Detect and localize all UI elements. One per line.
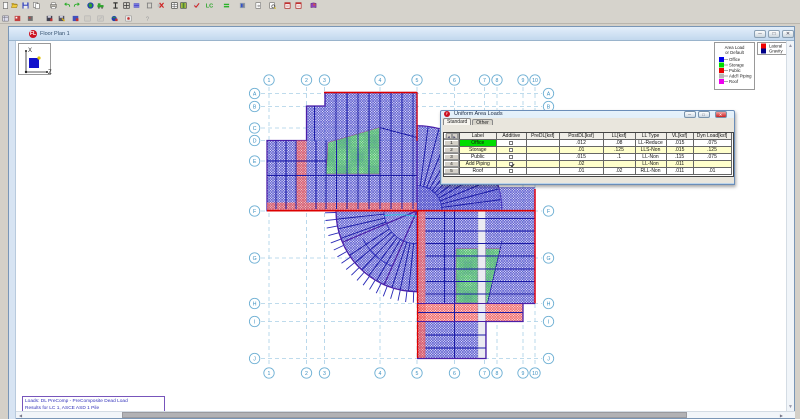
svg-text:2: 2 bbox=[305, 371, 308, 377]
svg-text:10: 10 bbox=[532, 371, 538, 377]
svg-text:1: 1 bbox=[268, 78, 271, 84]
svg-text:H: H bbox=[253, 302, 257, 308]
svg-text:1: 1 bbox=[268, 371, 271, 377]
svg-text:2: 2 bbox=[305, 78, 308, 84]
svg-text:9: 9 bbox=[522, 371, 525, 377]
svg-text:G: G bbox=[253, 256, 257, 262]
svg-text:B: B bbox=[253, 105, 257, 111]
svg-text:5: 5 bbox=[416, 371, 419, 377]
svg-text:3: 3 bbox=[323, 371, 326, 377]
svg-text:D: D bbox=[253, 139, 257, 145]
svg-text:I: I bbox=[254, 320, 255, 326]
svg-text:E: E bbox=[253, 159, 257, 165]
svg-text:9: 9 bbox=[522, 78, 525, 84]
svg-text:J: J bbox=[253, 357, 256, 363]
svg-text:Add'l Piping: Add'l Piping bbox=[729, 74, 752, 79]
svg-text:4: 4 bbox=[379, 371, 382, 377]
svg-text:8: 8 bbox=[496, 371, 499, 377]
svg-text:H: H bbox=[547, 302, 551, 308]
svg-text:A: A bbox=[253, 92, 257, 98]
svg-text:Gravity: Gravity bbox=[769, 49, 783, 54]
svg-text:X: X bbox=[28, 48, 32, 54]
svg-text:Public: Public bbox=[729, 68, 742, 73]
svg-text:Storage: Storage bbox=[729, 63, 745, 68]
svg-text:Roof: Roof bbox=[729, 79, 739, 84]
svg-text:6: 6 bbox=[453, 78, 456, 84]
svg-text:C: C bbox=[253, 126, 257, 132]
svg-text:7: 7 bbox=[483, 371, 486, 377]
svg-text:I: I bbox=[548, 320, 549, 326]
svg-text:3: 3 bbox=[323, 78, 326, 84]
svg-text:6: 6 bbox=[453, 371, 456, 377]
svg-text:J: J bbox=[547, 357, 550, 363]
svg-text:?: ? bbox=[146, 16, 150, 22]
svg-text:A: A bbox=[547, 92, 551, 98]
svg-text:8: 8 bbox=[496, 78, 499, 84]
svg-text:LC: LC bbox=[206, 3, 213, 9]
svg-text:7: 7 bbox=[483, 78, 486, 84]
svg-text:5: 5 bbox=[416, 78, 419, 84]
svg-text:4: 4 bbox=[379, 78, 382, 84]
svg-text:10: 10 bbox=[532, 78, 538, 84]
svg-text:F: F bbox=[547, 209, 550, 215]
svg-text:G: G bbox=[546, 256, 550, 262]
svg-text:Z: Z bbox=[48, 70, 52, 76]
svg-text:Office: Office bbox=[729, 57, 741, 62]
svg-text:F: F bbox=[253, 209, 256, 215]
